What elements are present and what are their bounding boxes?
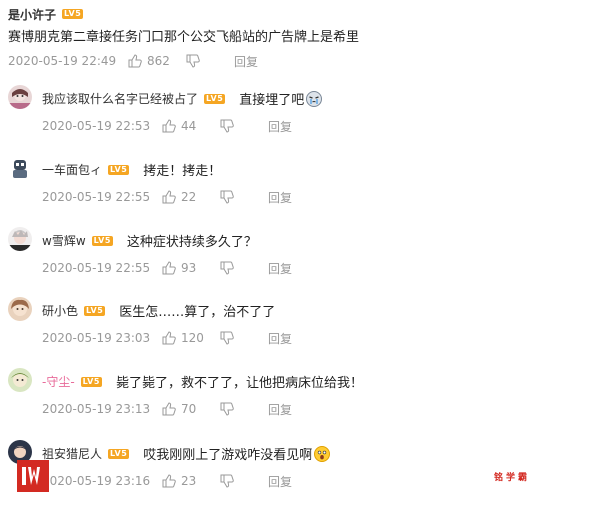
- reply-text: 医生怎……算了，治不了了: [119, 305, 276, 320]
- comment-time: 2020-05-19 22:49: [8, 54, 117, 68]
- like-button[interactable]: 22: [162, 190, 220, 204]
- thumb-down-icon: [186, 54, 200, 68]
- reply-username[interactable]: w雪辉w: [42, 232, 86, 249]
- reply-header: w雪辉w LV5 这种症状持续多久了？: [42, 231, 257, 250]
- cry-emoji-icon: [306, 91, 323, 107]
- reply-header: 我应该取什么名字已经被占了 LV5 直接埋了吧: [42, 89, 323, 108]
- avatar[interactable]: [8, 156, 32, 180]
- reply-meta: 2020-05-19 23:03 120 回复: [42, 330, 292, 346]
- dislike-button[interactable]: [220, 190, 268, 204]
- reply-username[interactable]: 一车面包ィ: [42, 161, 102, 178]
- site-logo-icon: [17, 460, 49, 492]
- reply-item: w雪辉w LV5 这种症状持续多久了？ 2020-05-19 22:55 93 …: [8, 227, 593, 287]
- reply-meta: 2020-05-19 22:55 22 回复: [42, 189, 292, 205]
- dislike-button[interactable]: [220, 331, 268, 345]
- dislike-button[interactable]: [220, 261, 268, 275]
- reply-text: 这种症状持续多久了？: [126, 235, 257, 250]
- reply-item: 研小色 LV5 医生怎……算了，治不了了 2020-05-19 23:03 12…: [8, 297, 593, 357]
- reply-meta: 2020-05-19 23:16 23 回复: [42, 473, 292, 489]
- like-count: 23: [181, 474, 197, 488]
- thumb-up-icon: [162, 190, 176, 204]
- reply-meta: 2020-05-19 22:55 93 回复: [42, 260, 292, 276]
- thumb-down-icon: [220, 261, 234, 275]
- reply-item: -守尘- LV5 毙了毙了，救不了了，让他把病床位给我！ 2020-05-19 …: [8, 368, 593, 428]
- reply-text: 哎我刚刚上了游戏咋没看见啊: [143, 444, 331, 463]
- avatar[interactable]: [8, 368, 32, 392]
- dislike-button[interactable]: [186, 54, 234, 68]
- thumb-up-icon: [162, 331, 176, 345]
- level-badge: LV5: [91, 235, 113, 246]
- main-comment-header: 是小许子 LV5: [8, 5, 84, 23]
- thumb-down-icon: [220, 119, 234, 133]
- comment-time: 2020-05-19 22:53: [42, 119, 151, 133]
- like-count: 44: [181, 119, 197, 133]
- watermark: 铭学霸: [494, 473, 531, 483]
- reply-button[interactable]: 回复: [268, 473, 292, 490]
- dislike-button[interactable]: [220, 119, 268, 133]
- dislike-button[interactable]: [220, 474, 268, 488]
- comment-time: 2020-05-19 22:55: [42, 261, 151, 275]
- reply-text: 直接埋了吧: [239, 89, 323, 108]
- reply-text: 毙了毙了，救不了了，让他把病床位给我！: [115, 376, 363, 391]
- avatar[interactable]: [8, 85, 32, 109]
- reply-button[interactable]: 回复: [268, 330, 292, 347]
- reply-username[interactable]: 研小色: [42, 302, 78, 319]
- reply-button[interactable]: 回复: [234, 53, 258, 70]
- reply-header: -守尘- LV5 毙了毙了，救不了了，让他把病床位给我！: [42, 372, 363, 391]
- level-badge: LV5: [80, 376, 102, 387]
- main-comment-username[interactable]: 是小许子: [8, 6, 56, 23]
- thumb-up-icon: [162, 119, 176, 133]
- reply-username[interactable]: 祖安猎尼人: [42, 445, 102, 462]
- reply-header: 祖安猎尼人 LV5 哎我刚刚上了游戏咋没看见啊: [42, 444, 331, 463]
- dislike-button[interactable]: [220, 402, 268, 416]
- level-badge: LV5: [84, 305, 106, 316]
- shocked-emoji-icon: [314, 446, 331, 462]
- comment-time: 2020-05-19 23:16: [42, 474, 151, 488]
- like-button[interactable]: 120: [162, 331, 220, 345]
- reply-meta: 2020-05-19 23:13 70 回复: [42, 401, 292, 417]
- thumb-up-icon: [128, 54, 142, 68]
- reply-header: 研小色 LV5 医生怎……算了，治不了了: [42, 301, 275, 320]
- reply-username[interactable]: -守尘-: [42, 373, 75, 390]
- thumb-down-icon: [220, 190, 234, 204]
- like-button[interactable]: 93: [162, 261, 220, 275]
- reply-button[interactable]: 回复: [268, 118, 292, 135]
- level-badge: LV5: [108, 448, 130, 459]
- main-comment-meta: 2020-05-19 22:49 862 回复: [8, 53, 258, 69]
- like-count: 93: [181, 261, 197, 275]
- reply-header: 一车面包ィ LV5 拷走！拷走！: [42, 160, 221, 179]
- main-comment-text: 赛博朋克第二章接任务门口那个公交飞船站的广告牌上是希里: [8, 30, 360, 45]
- reply-item: 一车面包ィ LV5 拷走！拷走！ 2020-05-19 22:55 22 回复: [8, 156, 593, 216]
- like-button[interactable]: 862: [128, 54, 186, 68]
- thumb-down-icon: [220, 402, 234, 416]
- reply-text: 拷走！拷走！: [143, 164, 222, 179]
- avatar[interactable]: [8, 297, 32, 321]
- level-badge: LV5: [62, 9, 84, 19]
- comment-time: 2020-05-19 23:13: [42, 402, 151, 416]
- reply-button[interactable]: 回复: [268, 189, 292, 206]
- thumb-up-icon: [162, 261, 176, 275]
- thumb-up-icon: [162, 474, 176, 488]
- like-button[interactable]: 70: [162, 402, 220, 416]
- level-badge: LV5: [108, 164, 130, 175]
- reply-item: 我应该取什么名字已经被占了 LV5 直接埋了吧 2020-05-19 22:53…: [8, 85, 593, 145]
- level-badge: LV5: [204, 93, 226, 104]
- like-button[interactable]: 44: [162, 119, 220, 133]
- thumb-down-icon: [220, 331, 234, 345]
- reply-button[interactable]: 回复: [268, 401, 292, 418]
- like-count: 862: [147, 54, 170, 68]
- reply-button[interactable]: 回复: [268, 260, 292, 277]
- thumb-up-icon: [162, 402, 176, 416]
- like-count: 120: [181, 331, 204, 345]
- reply-username[interactable]: 我应该取什么名字已经被占了: [42, 90, 198, 107]
- avatar[interactable]: [8, 227, 32, 251]
- like-count: 22: [181, 190, 197, 204]
- like-button[interactable]: 23: [162, 474, 220, 488]
- reply-meta: 2020-05-19 22:53 44 回复: [42, 118, 292, 134]
- like-count: 70: [181, 402, 197, 416]
- comment-time: 2020-05-19 22:55: [42, 190, 151, 204]
- comment-time: 2020-05-19 23:03: [42, 331, 151, 345]
- thumb-down-icon: [220, 474, 234, 488]
